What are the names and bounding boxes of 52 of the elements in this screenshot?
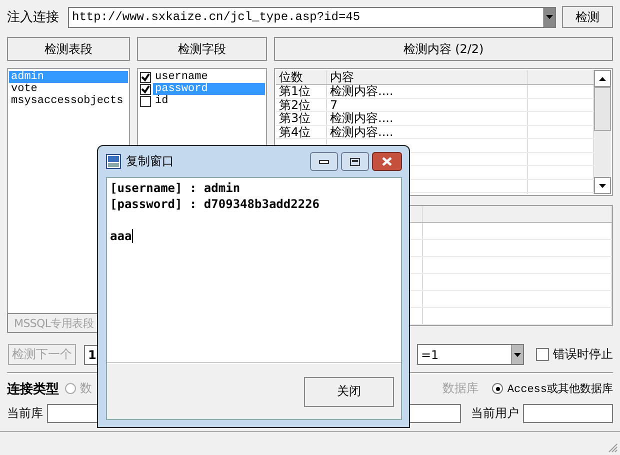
scroll-down-icon[interactable] — [599, 184, 606, 188]
table-list-item[interactable]: msysaccessobjects — [9, 95, 128, 107]
table-cell: 第3位 — [276, 112, 327, 124]
table-cell: 第4位 — [276, 126, 327, 138]
section-header-button[interactable]: 检测内容 (2/2) — [274, 37, 613, 61]
app-icon — [106, 154, 121, 169]
text-line: [password] : d709348b3add2226 — [110, 196, 320, 212]
url-label: 注入连接 — [7, 9, 60, 26]
table-cell: 检测内容.... — [327, 85, 528, 98]
close-button[interactable] — [372, 152, 402, 171]
table-cell: 第1位 — [276, 85, 327, 98]
table-cell: 检测内容.... — [327, 126, 528, 138]
radio-label: Access或其他数据库 — [507, 382, 613, 396]
table-cell: 第2位 — [276, 98, 327, 111]
minimize-button[interactable] — [310, 152, 338, 171]
typed-text: aaa — [110, 228, 132, 244]
radio-label: 数据库 — [442, 380, 478, 397]
close-icon — [382, 157, 392, 166]
section-header-button[interactable]: 检测字段 — [137, 37, 267, 61]
column-header[interactable]: 位数 — [276, 70, 327, 84]
field-list-item[interactable]: id — [153, 95, 265, 107]
text-area[interactable]: [username] : admin [password] : d709348b3add2226 aaa — [107, 178, 401, 363]
current-user-field[interactable] — [523, 404, 613, 423]
checkbox[interactable] — [140, 84, 151, 94]
maximize-button[interactable] — [341, 152, 369, 171]
resize-grip-icon[interactable] — [607, 442, 618, 453]
close-dialog-button[interactable]: 关闭 — [304, 376, 394, 406]
column-header[interactable]: 内容 — [327, 70, 528, 84]
check-button[interactable]: 检测 — [562, 6, 613, 28]
current-user-label: 当前用户 — [471, 405, 519, 422]
checkbox[interactable] — [140, 72, 151, 82]
section-header-button[interactable]: 检测表段 — [7, 37, 130, 61]
checkbox[interactable] — [536, 348, 549, 361]
url-combo[interactable]: http://www.sxkaize.cn/jcl_type.asp?id=45 — [68, 6, 556, 28]
radio-label: 数 — [80, 380, 92, 397]
checkbox-label: 错误时停止 — [553, 346, 613, 363]
connection-type-label: 连接类型 — [7, 380, 59, 398]
dialog-title: 复制窗口 — [126, 153, 174, 170]
table-cell: 7 — [327, 98, 528, 111]
text-cursor-icon — [132, 229, 133, 243]
maximize-icon — [350, 158, 360, 166]
text-line: [username] : admin — [110, 180, 240, 196]
minimize-icon — [319, 160, 329, 164]
radio-button[interactable] — [492, 383, 504, 394]
scrollbar[interactable] — [594, 70, 611, 194]
table-list-item[interactable]: vote — [9, 83, 128, 95]
table-cell: 检测内容.... — [327, 112, 528, 124]
checkbox[interactable] — [140, 96, 151, 106]
mode-combo[interactable]: =1 — [417, 344, 524, 365]
scroll-up-icon[interactable] — [599, 76, 606, 80]
field-list-item[interactable]: username — [153, 71, 265, 83]
current-db-label: 当前库 — [7, 405, 43, 422]
